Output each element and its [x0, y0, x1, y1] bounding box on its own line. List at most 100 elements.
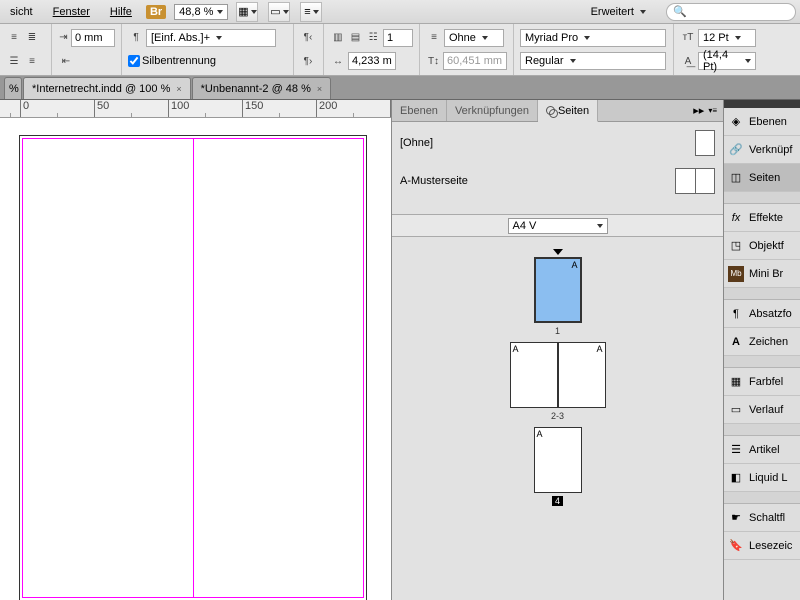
close-icon[interactable]: ×	[176, 84, 181, 94]
control-bar: ≡≣ ☰≡ ⇥ ⇤ ¶[Einf. Abs.]+ Silbentrennung …	[0, 24, 800, 76]
baseline-grid-icon: ≡	[426, 30, 442, 46]
columns-icon-2[interactable]: ▤	[348, 30, 364, 46]
minibridge-icon: Mb	[728, 266, 744, 282]
font-style-combo[interactable]: Regular	[520, 52, 666, 70]
page-thumb-1[interactable]: A	[534, 257, 582, 323]
dock-links[interactable]: 🔗Verknüpf	[724, 136, 800, 164]
menu-bar: sicht Fenster Hilfe Br 48,8 % ▦ ▭ ≡ Erwe…	[0, 0, 800, 24]
dock-layers[interactable]: ◈Ebenen	[724, 108, 800, 136]
close-icon[interactable]: ×	[317, 84, 322, 94]
para-styles-icon: ¶	[728, 306, 744, 322]
align-right-icon[interactable]: ≡	[24, 53, 40, 69]
column-gap-input[interactable]	[348, 52, 396, 70]
font-size-icon: тT	[680, 30, 696, 46]
dock-swatches[interactable]: ▦Farbfel	[724, 368, 800, 396]
document-tab-2[interactable]: *Unbenannt-2 @ 48 %×	[192, 77, 332, 99]
gradient-icon: ▭	[728, 402, 744, 418]
direction-icon[interactable]: ¶‹	[300, 30, 316, 46]
zoom-level-combo[interactable]: 48,8 %	[174, 4, 228, 20]
dock-minibridge[interactable]: MbMini Br	[724, 260, 800, 288]
dock-object-styles[interactable]: ◳Objektf	[724, 232, 800, 260]
menu-help[interactable]: Hilfe	[104, 4, 138, 20]
pages-icon: ◫	[728, 170, 744, 186]
indent-value-input[interactable]	[71, 29, 115, 47]
right-dock: ◈Ebenen 🔗Verknüpf ◫Seiten fxEffekte ◳Obj…	[723, 100, 800, 600]
dock-liquid[interactable]: ◧Liquid L	[724, 464, 800, 492]
column-gap-icon: ↔	[330, 53, 346, 69]
align-center-icon[interactable]: ≣	[24, 30, 40, 46]
page-label: 4	[552, 496, 563, 506]
swatches-icon: ▦	[728, 374, 744, 390]
master-thumb	[695, 130, 715, 156]
screen-mode-button[interactable]: ▭	[268, 2, 290, 22]
master-none[interactable]: [Ohne]	[400, 130, 715, 156]
canvas[interactable]	[0, 118, 391, 600]
master-a[interactable]: A-Musterseite	[400, 168, 715, 194]
fx-icon: fx	[728, 210, 744, 226]
page-label: 2-3	[551, 411, 564, 421]
menu-window[interactable]: Fenster	[47, 4, 96, 20]
baseline-combo[interactable]: Ohne	[444, 29, 504, 47]
links-icon: 🔗	[728, 142, 744, 158]
pages-panel: Ebenen Verknüpfungen Seiten ▸▸ ▾≡ [Ohne]…	[391, 100, 723, 600]
articles-icon: ☰	[728, 442, 744, 458]
object-styles-icon: ◳	[728, 238, 744, 254]
leading-combo[interactable]: (14,4 Pt)	[698, 52, 756, 70]
dock-articles[interactable]: ☰Artikel	[724, 436, 800, 464]
font-size-combo[interactable]: 12 Pt	[698, 29, 756, 47]
height-input[interactable]	[443, 52, 507, 70]
sync-icon	[546, 106, 555, 115]
document-view[interactable]: 0 50 100 150 200	[0, 100, 391, 600]
indent-left-icon: ⇥	[58, 30, 69, 46]
menu-view[interactable]: sicht	[4, 4, 39, 20]
leading-icon: A͟	[680, 53, 696, 69]
search-input[interactable]: 🔍	[666, 3, 796, 21]
tab-links[interactable]: Verknüpfungen	[447, 100, 538, 121]
page-thumb-4[interactable]: A	[534, 427, 582, 493]
page-frame[interactable]	[22, 138, 364, 598]
buttons-icon: ☛	[728, 510, 744, 526]
dock-effects[interactable]: fxEffekte	[724, 204, 800, 232]
dock-char-styles[interactable]: AZeichen	[724, 328, 800, 356]
align-justify-icon[interactable]: ☰	[6, 53, 22, 69]
columns-input[interactable]	[383, 29, 413, 47]
document-tabs: %× *Internetrecht.indd @ 100 %× *Unbenan…	[0, 76, 800, 100]
view-options-button[interactable]: ▦	[236, 2, 258, 22]
master-thumb	[675, 168, 715, 194]
char-styles-icon: A	[728, 334, 744, 350]
horizontal-ruler: 0 50 100 150 200	[0, 100, 391, 118]
hyphenation-checkbox[interactable]: Silbentrennung	[128, 51, 287, 71]
font-family-combo[interactable]: Myriad Pro	[520, 29, 666, 47]
indent-right-icon: ⇤	[58, 53, 74, 69]
height-icon: T↕	[426, 53, 441, 69]
page-thumb-2[interactable]: A	[510, 342, 558, 408]
columns-count-icon: ☷	[365, 30, 381, 46]
page-thumb-3[interactable]: A	[558, 342, 606, 408]
panel-menu-button[interactable]: ▸▸ ▾≡	[687, 100, 723, 121]
page-label: 1	[555, 326, 560, 336]
pages-thumbnails[interactable]: A 1 A A 2-3 A 4	[392, 237, 723, 506]
column-guide	[193, 139, 194, 597]
layers-icon: ◈	[728, 114, 744, 130]
options-icon[interactable]: ¶›	[300, 53, 316, 69]
master-pages-list[interactable]: [Ohne] A-Musterseite	[392, 122, 723, 215]
paragraph-style-combo[interactable]: [Einf. Abs.]+	[146, 29, 276, 47]
align-left-icon[interactable]: ≡	[6, 30, 22, 46]
arrange-docs-button[interactable]: ≡	[300, 2, 322, 22]
dock-gradient[interactable]: ▭Verlauf	[724, 396, 800, 424]
tab-collapsed[interactable]: %×	[4, 77, 22, 99]
para-style-icon: ¶	[128, 30, 144, 46]
tab-pages[interactable]: Seiten	[538, 100, 598, 122]
document-tab-1[interactable]: *Internetrecht.indd @ 100 %×	[23, 77, 191, 99]
columns-icon-1[interactable]: ▥	[330, 30, 346, 46]
workspace-switcher[interactable]: Erweitert	[591, 6, 652, 18]
liquid-icon: ◧	[728, 470, 744, 486]
tab-layers[interactable]: Ebenen	[392, 100, 447, 121]
page-size-combo[interactable]: A4 V	[508, 218, 608, 234]
bookmarks-icon: 🔖	[728, 538, 744, 554]
dock-bookmarks[interactable]: 🔖Lesezeic	[724, 532, 800, 560]
dock-para-styles[interactable]: ¶Absatzfo	[724, 300, 800, 328]
bridge-icon[interactable]: Br	[146, 5, 166, 19]
dock-pages[interactable]: ◫Seiten	[724, 164, 800, 192]
dock-buttons[interactable]: ☛Schaltfl	[724, 504, 800, 532]
